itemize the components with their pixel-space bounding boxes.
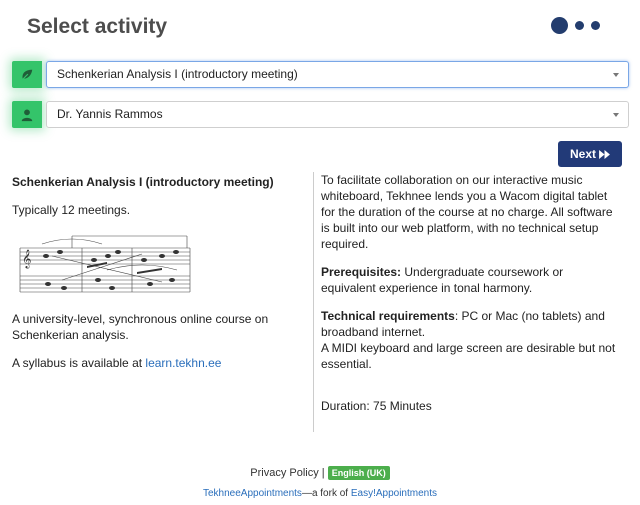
column-divider: [313, 172, 314, 432]
duration: Duration: 75 Minutes: [321, 399, 432, 413]
step-3: [591, 21, 600, 30]
technical-requirements: Technical requirements: PC or Mac (no ta…: [321, 309, 605, 339]
provider-select-value: Dr. Yannis Rammos: [57, 107, 163, 121]
step-indicator: [551, 17, 600, 34]
service-description: Schenkerian Analysis I (introductory mee…: [12, 174, 302, 371]
service-field: Schenkerian Analysis I (introductory mee…: [12, 61, 629, 88]
footer-separator: |: [321, 467, 325, 479]
provider-select[interactable]: Dr. Yannis Rammos: [46, 101, 629, 128]
music-score-image: 𝄞: [19, 235, 191, 293]
language-selector[interactable]: English (UK): [327, 466, 390, 480]
prerequisites: Prerequisites: Undergraduate coursework …: [321, 265, 564, 295]
credits: TekhneeAppointments—a fork of Easy!Appoi…: [0, 488, 640, 499]
svg-text:𝄞: 𝄞: [22, 250, 31, 269]
syllabus-link[interactable]: learn.tekhn.ee: [145, 356, 221, 370]
meetings-count: Typically 12 meetings.: [12, 203, 131, 217]
service-select-value: Schenkerian Analysis I (introductory mee…: [57, 67, 298, 81]
chevron-down-icon: [613, 73, 619, 77]
technical-extra: A MIDI keyboard and large screen are des…: [321, 341, 616, 371]
privacy-policy-link[interactable]: Privacy Policy: [250, 467, 318, 479]
provider-field: Dr. Yannis Rammos: [12, 101, 629, 128]
app-name-link[interactable]: TekhneeAppointments: [203, 488, 302, 499]
service-name: Schenkerian Analysis I (introductory mee…: [12, 175, 274, 189]
intro-text: To facilitate collaboration on our inter…: [321, 173, 613, 251]
next-button-label: Next: [569, 147, 596, 161]
step-1-active: [551, 17, 568, 34]
service-details: To facilitate collaboration on our inter…: [321, 172, 621, 414]
step-2: [575, 21, 584, 30]
footer-links: Privacy Policy | English (UK): [0, 466, 640, 480]
chevron-down-icon: [613, 113, 619, 117]
page-title: Select activity: [27, 15, 168, 38]
service-select[interactable]: Schenkerian Analysis I (introductory mee…: [46, 61, 629, 88]
next-button[interactable]: Next: [558, 141, 622, 167]
syllabus-line: A syllabus is available at learn.tekhn.e…: [12, 356, 222, 370]
leaf-icon: [12, 61, 42, 88]
upstream-link[interactable]: Easy!Appointments: [351, 488, 437, 499]
user-icon: [12, 101, 42, 128]
fork-text: —a fork of: [301, 488, 351, 499]
service-description-text: A university-level, synchronous online c…: [12, 312, 269, 342]
fast-forward-icon: [599, 149, 610, 159]
